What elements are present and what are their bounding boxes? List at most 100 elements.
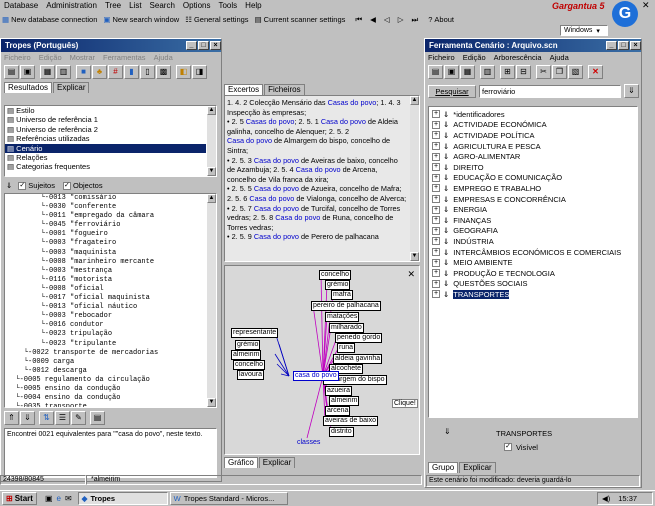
panel-icon[interactable]: ◨	[192, 65, 207, 79]
text-icon[interactable]: ▥	[56, 65, 71, 79]
tree-item[interactable]: └-0023 tripulação	[7, 330, 216, 339]
pin-icon[interactable]: ✎	[71, 411, 86, 425]
category-item[interactable]: + ⇓ AGRICULTURA E PESCA	[432, 141, 637, 152]
category-item[interactable]: + ⇓ ENERGIA	[432, 204, 637, 215]
tree-item[interactable]: └-0022 transporte de mercadorias	[7, 349, 216, 358]
tab-excertos[interactable]: Excertos	[224, 84, 264, 95]
category-item[interactable]: + ⇓ ACTIVIDADE ECONÓMICA	[432, 120, 637, 131]
tab-explicar-cenario[interactable]: Explicar	[459, 461, 496, 473]
excerpt-link[interactable]: Casa do povo	[321, 117, 366, 126]
tree-item[interactable]: └-0045 "ferroviário	[7, 221, 216, 230]
list-icon[interactable]: ☰	[55, 411, 70, 425]
excerpt-link[interactable]: Casa do povo	[254, 184, 299, 193]
menu-options[interactable]: Options	[183, 1, 211, 10]
category-item[interactable]: + ⇓ EMPRESAS E CONCORRÊNCIA	[432, 194, 637, 205]
graph-node-left[interactable]: representante	[231, 328, 279, 338]
print-icon[interactable]: ▤	[90, 411, 105, 425]
category-item[interactable]: + ⇓ PRODUÇÃO E TECNOLOGIA	[432, 268, 637, 279]
graph-classes-label[interactable]: classes	[297, 439, 320, 446]
collapse-icon[interactable]: ⊟	[516, 65, 531, 79]
tree-scrollbar[interactable]: ▲ ▼	[207, 194, 216, 407]
graph-node-right[interactable]: grémio	[325, 280, 351, 290]
nav-last-icon[interactable]: ⏭	[411, 15, 418, 25]
start-button[interactable]: ⊞ Start	[2, 492, 37, 505]
tree-item[interactable]: └-0013 "comissário	[7, 194, 216, 203]
tree-item[interactable]: └-0008 "marinheiro mercante	[7, 258, 216, 267]
graph-close-icon[interactable]: ✕	[407, 269, 415, 280]
columns-icon[interactable]: ▯	[140, 65, 155, 79]
graph-node-right[interactable]: arcena	[325, 406, 351, 416]
tree-item[interactable]: └-0004 ensino da condução	[7, 394, 216, 403]
menu-search[interactable]: Search	[150, 1, 175, 10]
graph-node-right[interactable]: aldeia gavinha	[333, 354, 383, 364]
category-item[interactable]: + ⇓ AGRO-ALIMENTAR	[432, 151, 637, 162]
category-item[interactable]: + ⇓ EDUCAÇÃO E COMUNICAÇÃO	[432, 173, 637, 184]
menu-edicao[interactable]: Edição	[39, 53, 62, 62]
menu-ficheiro[interactable]: Ficheiro	[4, 53, 31, 62]
search-go-icon[interactable]: ⇓	[624, 84, 639, 98]
nav-first-icon[interactable]: ⏮	[355, 15, 362, 25]
tab-resultados[interactable]: Resultados	[4, 82, 53, 93]
expand-node-icon[interactable]: +	[432, 110, 440, 119]
category-item[interactable]: + ⇓ MEIO AMBIENTE	[432, 257, 637, 268]
view-icon[interactable]: ▦	[40, 65, 55, 79]
delete-icon[interactable]: ✕	[588, 65, 603, 79]
graph-center-node[interactable]: casa do povo	[293, 371, 339, 381]
cenario-maximize-button[interactable]: □	[618, 41, 629, 50]
scroll-down-icon[interactable]: ▼	[207, 167, 216, 176]
cut-icon[interactable]: ✂	[536, 65, 551, 79]
tree-item[interactable]: └-0011 "empregado da câmara	[7, 212, 216, 221]
tree-item[interactable]: └-0005 regulamento da circulação	[7, 376, 216, 385]
tree-item[interactable]: └-0009 carga	[7, 358, 216, 367]
tab-grupo[interactable]: Grupo	[428, 461, 459, 473]
graph-node-right[interactable]: penedo gordo	[335, 333, 383, 343]
menu-tree[interactable]: Tree	[105, 1, 121, 10]
tree-item[interactable]: └-0023 "tripulante	[7, 340, 216, 349]
cenario-print-icon[interactable]: ▥	[480, 65, 495, 79]
close-icon[interactable]: ✕	[642, 0, 650, 11]
excerpt-link[interactable]: Casa do povo	[254, 204, 299, 213]
results-list-item[interactable]: ▤ Referências utilizadas	[5, 134, 206, 143]
pesquisar-button[interactable]: Pesquisar	[428, 84, 476, 98]
tree-item[interactable]: └-0012 descarga	[7, 367, 216, 376]
maximize-button[interactable]: □	[198, 41, 209, 50]
nav-back-icon[interactable]: ◁	[384, 15, 390, 24]
category-item[interactable]: + ⇓ INTERCÂMBIOS ECONÓMICOS E COMERCIAIS	[432, 247, 637, 258]
excerpt-link[interactable]: Casa do povo	[296, 165, 341, 174]
task-tropes-standard[interactable]: W Tropes Standard - Micros...	[169, 492, 288, 505]
excerpt-link[interactable]: Casa do povo	[254, 156, 299, 165]
cenario-menu-edicao[interactable]: Edição	[463, 53, 486, 62]
expand-node-icon[interactable]: +	[432, 290, 440, 299]
expand-node-icon[interactable]: +	[432, 205, 440, 214]
menu-database[interactable]: Database	[4, 1, 38, 10]
expand-node-icon[interactable]: +	[432, 237, 440, 246]
cenario-save-icon[interactable]: ▦	[460, 65, 475, 79]
tree-item[interactable]: └-0003 "maquinista	[7, 249, 216, 258]
category-item[interactable]: + ⇓ EMPREGO E TRABALHO	[432, 183, 637, 194]
expand-node-icon[interactable]: +	[432, 248, 440, 257]
general-settings-button[interactable]: General settings	[194, 15, 249, 24]
excerpt-scroll-up-icon[interactable]: ▲	[410, 96, 419, 105]
expand-node-icon[interactable]: +	[432, 120, 440, 129]
nav-prev-icon[interactable]: ◀	[370, 15, 376, 24]
open-icon[interactable]: ▤	[4, 65, 19, 79]
graph-node-left[interactable]: almeirim	[231, 350, 262, 360]
quicklaunch-ie-icon[interactable]: e	[57, 494, 61, 503]
menu-list[interactable]: List	[129, 1, 141, 10]
excerpt-link[interactable]: Casas do povo	[246, 117, 295, 126]
minimize-button[interactable]: _	[186, 41, 197, 50]
graph-node-left[interactable]: concelho	[233, 360, 266, 370]
graph-node-right[interactable]: distrito	[329, 427, 354, 437]
menu-help[interactable]: Help	[245, 1, 261, 10]
nav-forward-icon[interactable]: ▷	[398, 15, 404, 24]
excerpt-scrollbar[interactable]: ▲ ▼	[410, 96, 419, 261]
sort-icon[interactable]: ⇅	[39, 411, 54, 425]
new-search-window-button[interactable]: New search window	[113, 15, 180, 24]
tab-ficheiros[interactable]: Ficheiros	[264, 84, 305, 95]
search-input[interactable]: ferroviário	[479, 84, 621, 98]
expand-node-icon[interactable]: +	[432, 142, 440, 151]
menu-mostrar[interactable]: Mostrar	[70, 53, 95, 62]
quicklaunch-desktop-icon[interactable]: ▣	[45, 494, 53, 503]
volume-icon[interactable]: ◀)	[602, 494, 610, 503]
graph-node-right[interactable]: concelho	[319, 270, 352, 280]
